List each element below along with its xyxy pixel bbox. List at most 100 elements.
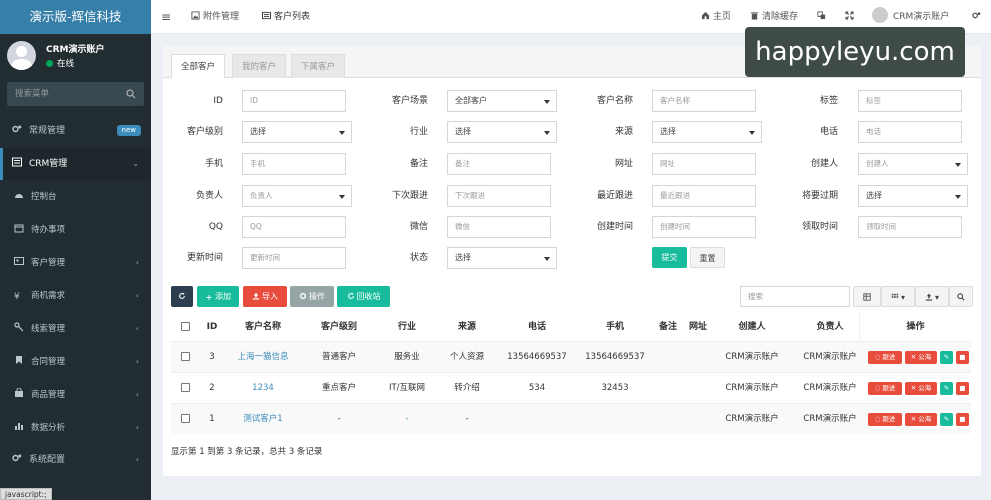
table-search-input[interactable]: 搜索	[740, 286, 850, 307]
name-input[interactable]: 客户名称	[652, 90, 756, 112]
scene-select[interactable]: 全部客户	[447, 90, 557, 112]
header-name[interactable]: 客户名称	[225, 313, 301, 341]
header-website[interactable]: 网址	[683, 313, 713, 341]
table-row[interactable]: 2 1234 重点客户 IT/互联网 转介绍 534 32453 CRM演示账户…	[171, 372, 971, 403]
tab-attachments[interactable]: 附件管理	[191, 0, 239, 34]
edit-pencil-icon[interactable]: ✎	[940, 351, 953, 364]
reset-button[interactable]: 重置	[690, 247, 725, 268]
last-follow-input[interactable]: 最近跟进	[652, 185, 756, 207]
qq-input[interactable]: QQ	[242, 216, 346, 238]
sidebar-item-crm[interactable]: CRM管理 ⌄	[0, 148, 151, 180]
id-input[interactable]: ID	[242, 90, 346, 112]
app-logo[interactable]: 演示版-辉信科技	[0, 0, 151, 34]
header-mobile[interactable]: 手机	[577, 313, 653, 341]
table-row[interactable]: 1 测试客户1 - - - CRM演示账户 CRM演示账户 ◌ 跟进 ✕ 公海 …	[171, 403, 971, 434]
row-checkbox[interactable]	[181, 414, 190, 423]
sidebar-item-leads[interactable]: 线索管理 ‹	[0, 313, 151, 345]
tab-sub-customers[interactable]: 下属客户	[291, 54, 346, 78]
import-button[interactable]: 导入	[243, 286, 287, 307]
cell-id: 3	[209, 352, 215, 362]
submit-button[interactable]: 提交	[652, 247, 687, 268]
cell-industry: IT/互联网	[388, 383, 426, 393]
sidebar-item-products[interactable]: 商品管理 ‹	[0, 379, 151, 411]
owner-select[interactable]: 负责人	[242, 185, 352, 207]
sidebar-item-opportunities[interactable]: ¥ 商机需求 ‹	[0, 280, 151, 312]
creator-select[interactable]: 创建人	[858, 153, 968, 175]
toggle-view-button[interactable]	[853, 286, 881, 307]
tab-all-customers[interactable]: 全部客户	[171, 54, 226, 78]
operate-button[interactable]: 操作	[290, 286, 334, 307]
cell-owner: CRM演示账户	[803, 352, 857, 362]
search-toggle-button[interactable]	[949, 286, 973, 307]
industry-select[interactable]: 选择	[447, 121, 557, 143]
header-level[interactable]: 客户级别	[301, 313, 377, 341]
public-pool-button[interactable]: ✕ 公海	[905, 382, 937, 395]
sidebar-search-input[interactable]	[7, 82, 122, 106]
header-creator[interactable]: 创建人	[713, 313, 791, 341]
level-select[interactable]: 选择	[242, 121, 352, 143]
recycle-bin-button[interactable]: 回收站	[337, 286, 390, 307]
cell-phone: 534	[528, 383, 546, 393]
tab-my-customers[interactable]: 我的客户	[232, 54, 287, 78]
cell-name-link[interactable]: 1234	[225, 373, 301, 404]
next-follow-input[interactable]: 下次跟进	[447, 185, 551, 207]
header-phone[interactable]: 电话	[497, 313, 577, 341]
export-button[interactable]: ▾	[915, 286, 949, 307]
tag-input[interactable]: 标签	[858, 90, 962, 112]
search-icon[interactable]	[126, 89, 136, 99]
label-state: 状态	[409, 253, 428, 263]
cell-id: 1	[209, 414, 215, 424]
cell-name-link[interactable]: 测试客户1	[225, 404, 301, 435]
wechat-input[interactable]: 微信	[447, 216, 551, 238]
sidebar-item-dashboard[interactable]: 控制台	[0, 181, 151, 213]
follow-button[interactable]: ◌ 跟进	[868, 413, 902, 426]
add-button[interactable]: + 添加	[197, 286, 239, 307]
expire-select[interactable]: 选择	[858, 185, 968, 207]
phone-input[interactable]: 电话	[858, 121, 962, 143]
follow-button[interactable]: ◌ 跟进	[868, 351, 902, 364]
avatar	[872, 7, 888, 23]
columns-button[interactable]: ▾	[881, 286, 915, 307]
header-remark[interactable]: 备注	[653, 313, 683, 341]
sidebar-item-general[interactable]: 常规管理 new	[0, 115, 151, 147]
refresh-button[interactable]	[171, 286, 193, 307]
delete-trash-icon[interactable]: ■	[956, 413, 969, 426]
sidebar-item-contracts[interactable]: 合同管理 ‹	[0, 346, 151, 378]
header-id[interactable]: ID	[199, 313, 225, 341]
menu-toggle-icon[interactable]: ≡	[161, 0, 171, 34]
edit-pencil-icon[interactable]: ✎	[940, 413, 953, 426]
source-select[interactable]: 选择	[652, 121, 762, 143]
table-row[interactable]: 3 上海一猫信息 普通客户 服务业 个人资源 13564669537 13564…	[171, 341, 971, 372]
tab-customer-list[interactable]: 客户列表	[262, 0, 310, 34]
header-source[interactable]: 来源	[437, 313, 497, 341]
home-link[interactable]: 主页	[701, 0, 731, 34]
remark-input[interactable]: 备注	[447, 153, 551, 175]
updated-input[interactable]: 更新时间	[242, 247, 346, 269]
website-input[interactable]: 网址	[652, 153, 756, 175]
sidebar-item-customers[interactable]: 客户管理 ‹	[0, 247, 151, 279]
sidebar-item-settings[interactable]: 系统配置 ‹	[0, 444, 151, 476]
cell-source: -	[465, 414, 469, 424]
settings-gear-icon[interactable]	[972, 0, 984, 34]
row-checkbox[interactable]	[181, 352, 190, 361]
label-created: 创建时间	[596, 222, 633, 232]
row-checkbox[interactable]	[181, 383, 190, 392]
claimed-input[interactable]: 领取时间	[858, 216, 962, 238]
public-pool-button[interactable]: ✕ 公海	[905, 413, 937, 426]
delete-trash-icon[interactable]: ■	[956, 382, 969, 395]
sidebar-item-todo[interactable]: 待办事项	[0, 214, 151, 246]
label-creator: 创建人	[810, 159, 838, 169]
delete-trash-icon[interactable]: ■	[956, 351, 969, 364]
cell-mobile	[577, 404, 653, 435]
edit-pencil-icon[interactable]: ✎	[940, 382, 953, 395]
header-owner[interactable]: 负责人	[791, 313, 869, 341]
cell-name-link[interactable]: 上海一猫信息	[225, 342, 301, 373]
state-select[interactable]: 选择	[447, 247, 557, 269]
select-all-checkbox[interactable]	[181, 322, 190, 331]
created-input[interactable]: 创建时间	[652, 216, 756, 238]
mobile-input[interactable]: 手机	[242, 153, 346, 175]
public-pool-button[interactable]: ✕ 公海	[905, 351, 937, 364]
sidebar-item-analytics[interactable]: 数据分析 ‹	[0, 412, 151, 444]
follow-button[interactable]: ◌ 跟进	[868, 382, 902, 395]
header-industry[interactable]: 行业	[377, 313, 437, 341]
